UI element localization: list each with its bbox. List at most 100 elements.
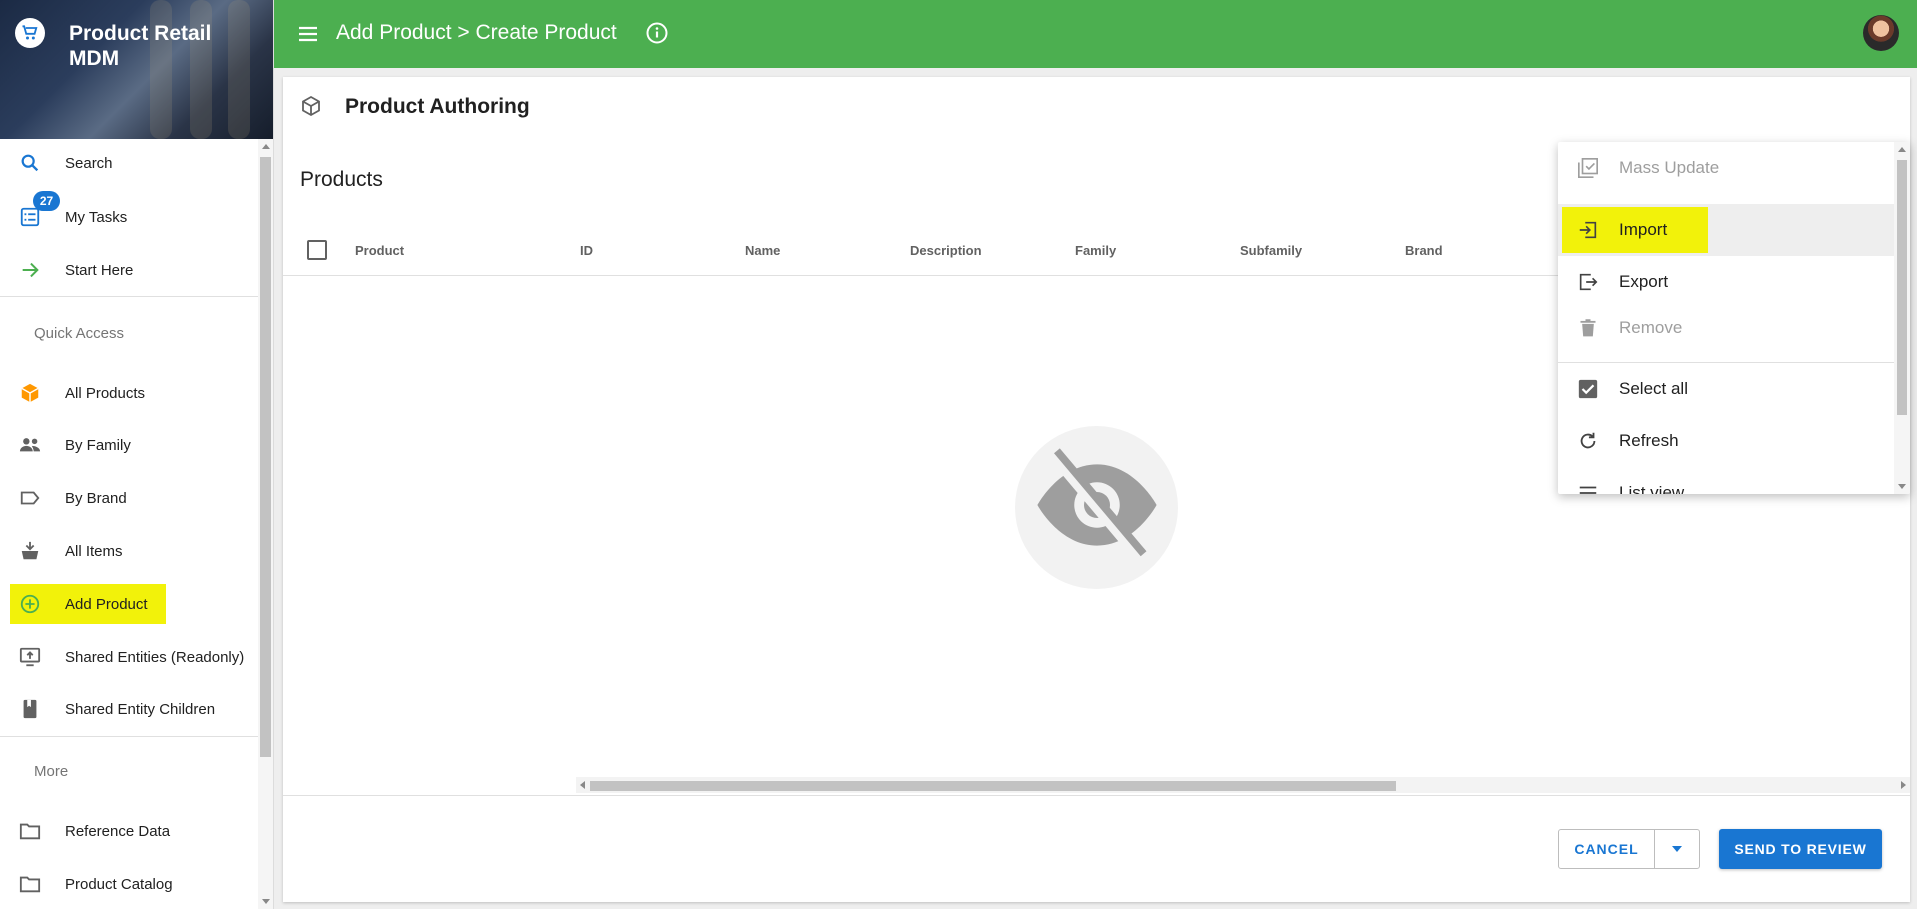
user-avatar[interactable] (1863, 15, 1899, 51)
column-header-product[interactable]: Product (355, 243, 404, 258)
cube-outline-icon (299, 94, 325, 120)
sidebar-item-all-products[interactable]: All Products (0, 369, 258, 417)
sidebar-scrollbar[interactable] (258, 139, 273, 909)
menu-item-list-view[interactable]: List view (1558, 467, 1894, 494)
cancel-dropdown-button[interactable] (1655, 830, 1699, 868)
menu-scrollbar[interactable] (1894, 142, 1910, 494)
search-icon (17, 150, 43, 176)
bookmark-book-icon (17, 696, 43, 722)
footer-divider (283, 795, 1910, 796)
send-to-review-button[interactable]: SEND TO REVIEW (1719, 829, 1882, 869)
sidebar-item-label: By Family (65, 436, 131, 454)
empty-state (1015, 426, 1178, 589)
column-header-name[interactable]: Name (745, 243, 780, 258)
menu-item-refresh[interactable]: Refresh (1558, 415, 1894, 467)
card-title: Product Authoring (345, 95, 530, 118)
column-header-family[interactable]: Family (1075, 243, 1116, 258)
column-header-brand[interactable]: Brand (1405, 243, 1443, 258)
column-header-subfamily[interactable]: Subfamily (1240, 243, 1302, 258)
products-heading: Products (300, 168, 383, 191)
cart-logo-icon (15, 18, 45, 48)
sidebar-item-label: Shared Entity Children (65, 700, 216, 718)
menu-item-label: Import (1619, 220, 1668, 239)
sidebar-item-my-tasks[interactable]: 27 My Tasks (0, 191, 258, 241)
scrollbar-thumb[interactable] (1897, 160, 1907, 415)
menu-item-remove[interactable]: Remove (1558, 302, 1894, 354)
sidebar-item-by-family[interactable]: By Family (0, 421, 258, 469)
scrollbar-thumb[interactable] (260, 157, 271, 757)
sidebar: Product Retail MDM Search 27 My Tasks St… (0, 0, 274, 909)
menu-item-export[interactable]: Export (1558, 256, 1894, 308)
sidebar-item-label: Search (65, 154, 113, 172)
section-more: More (34, 763, 69, 780)
add-circle-icon (17, 591, 43, 617)
sidebar-item-reference-data[interactable]: Reference Data (0, 807, 258, 855)
info-icon[interactable] (645, 21, 669, 45)
sidebar-item-start-here[interactable]: Start Here (0, 246, 258, 294)
sidebar-item-shared-entities[interactable]: Shared Entities (Readonly) (0, 633, 258, 681)
column-header-description[interactable]: Description (910, 243, 982, 258)
menu-item-select-all[interactable]: Select all (1558, 363, 1894, 415)
sidebar-item-by-brand[interactable]: By Brand (0, 474, 258, 522)
menu-item-label: Refresh (1619, 431, 1679, 450)
sidebar-item-all-items[interactable]: All Items (0, 527, 258, 575)
sidebar-item-label: By Brand (65, 489, 127, 507)
sidebar-item-label: Add Product (65, 595, 148, 613)
scroll-up-arrow-icon[interactable] (1898, 147, 1906, 152)
page-title: Add Product > Create Product (336, 21, 617, 44)
scroll-down-arrow-icon[interactable] (1898, 484, 1906, 489)
scroll-left-arrow-icon[interactable] (580, 781, 585, 789)
scroll-down-arrow-icon[interactable] (262, 899, 270, 904)
menu-item-label: List view (1619, 483, 1685, 494)
sidebar-item-label: Shared Entities (Readonly) (65, 648, 245, 666)
menu-item-label: Mass Update (1619, 158, 1720, 177)
folder-icon (17, 818, 43, 844)
app-title: Product Retail MDM (69, 22, 212, 70)
sidebar-divider (0, 296, 258, 297)
actions-menu: Mass Update Import Export Remove Select … (1558, 142, 1910, 494)
sidebar-item-search[interactable]: Search (0, 139, 258, 187)
visibility-off-icon (1032, 440, 1162, 575)
select-all-checkbox[interactable] (307, 240, 327, 260)
export-icon (1576, 270, 1600, 294)
cancel-split-button: CANCEL (1558, 829, 1700, 869)
menu-item-import[interactable]: Import (1558, 204, 1894, 256)
list-icon (1576, 481, 1600, 494)
people-icon (17, 432, 43, 458)
scroll-right-arrow-icon[interactable] (1901, 781, 1906, 789)
sidebar-item-label: Start Here (65, 261, 134, 279)
refresh-icon (1576, 429, 1600, 453)
column-header-id[interactable]: ID (580, 243, 593, 258)
cube-icon (17, 380, 43, 406)
mass-update-icon (1576, 156, 1600, 180)
menu-item-label: Remove (1619, 318, 1683, 337)
sidebar-divider (0, 736, 258, 737)
cancel-button[interactable]: CANCEL (1559, 830, 1655, 868)
table-horizontal-scrollbar[interactable] (576, 777, 1910, 793)
sidebar-item-product-catalog[interactable]: Product Catalog (0, 860, 258, 908)
brand-banner: Product Retail MDM (0, 0, 273, 139)
sidebar-item-label: All Items (65, 542, 123, 560)
sidebar-item-label: Reference Data (65, 822, 171, 840)
sidebar-item-label: Product Catalog (65, 875, 173, 893)
folder-icon (17, 871, 43, 897)
menu-item-mass-update[interactable]: Mass Update (1558, 142, 1894, 194)
tag-icon (17, 485, 43, 511)
scrollbar-thumb[interactable] (590, 781, 1396, 791)
caret-down-icon (1671, 840, 1683, 858)
menu-item-label: Export (1619, 272, 1669, 291)
hamburger-menu-icon[interactable] (296, 22, 320, 46)
sidebar-item-shared-entity-children[interactable]: Shared Entity Children (0, 685, 258, 733)
sidebar-item-label: My Tasks (65, 208, 128, 226)
basket-icon (17, 538, 43, 564)
section-quick-access: Quick Access (34, 325, 125, 342)
top-app-bar: Add Product > Create Product (274, 0, 1917, 68)
arrow-right-icon (17, 257, 43, 283)
sidebar-item-add-product[interactable]: Add Product (0, 580, 258, 628)
import-icon (1576, 218, 1600, 242)
scroll-up-arrow-icon[interactable] (262, 144, 270, 149)
sidebar-item-label: All Products (65, 384, 146, 402)
trash-icon (1576, 316, 1600, 340)
checkbox-checked-icon (1576, 377, 1600, 401)
menu-item-label: Select all (1619, 379, 1688, 398)
